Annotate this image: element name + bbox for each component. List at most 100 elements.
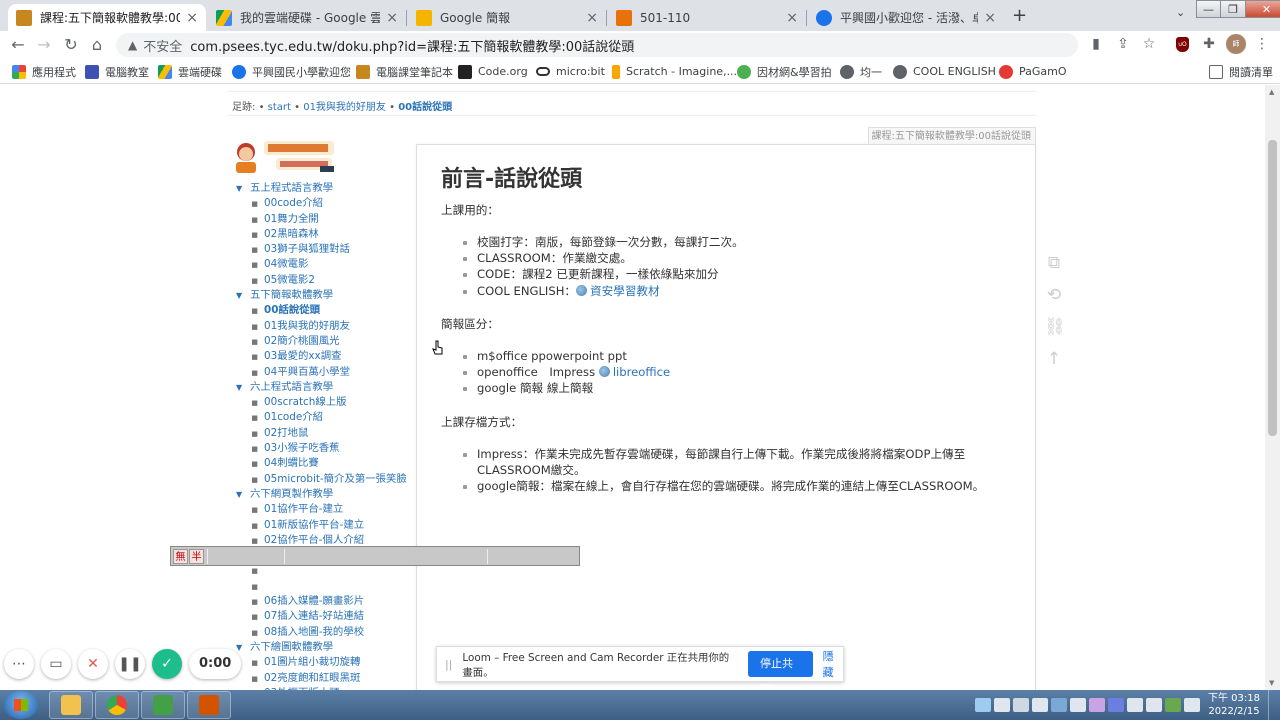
tray-app-icon[interactable]: [1051, 698, 1067, 712]
sidebar-page-link[interactable]: 04平興百萬小學堂: [264, 366, 350, 378]
taskbar-calc[interactable]: [141, 691, 185, 719]
breadcrumb-start[interactable]: start: [268, 102, 291, 113]
bookmark-notebook[interactable]: 電腦課堂筆記本: [356, 63, 453, 80]
tab-close-icon[interactable]: ×: [586, 10, 598, 26]
tray-app-icon[interactable]: [994, 698, 1010, 712]
ime-width-button[interactable]: 半: [189, 549, 204, 564]
sidebar-page-link[interactable]: 00scratch線上版: [264, 396, 347, 408]
tray-app-icon[interactable]: [1184, 698, 1200, 712]
back-to-top-icon[interactable]: ↑: [1044, 349, 1064, 381]
share-icon[interactable]: ⇪: [1113, 36, 1133, 52]
bookmark-microbit[interactable]: micro:bit: [536, 63, 605, 80]
microphone-icon[interactable]: [1032, 698, 1048, 712]
finish-recording-icon[interactable]: ✓: [152, 649, 182, 679]
back-arrow-icon[interactable]: ←: [8, 35, 28, 54]
stop-sharing-button[interactable]: 停止共用: [747, 651, 813, 696]
sidebar-page-link[interactable]: 02亮度飽和紅眼黑斑: [264, 672, 360, 684]
sidebar-page-link[interactable]: 07插入連結-好站連結: [264, 610, 364, 622]
sidebar-page-link[interactable]: 02協作平台-個人介紹: [264, 534, 364, 546]
tab-google-drive[interactable]: 我的雲端硬碟 - Google 雲端硬碟 ×: [208, 4, 406, 31]
tab-search-chevron-icon[interactable]: ⌄: [1176, 6, 1185, 19]
sidebar-page-link[interactable]: 01圖片組小裁切旋轉: [264, 656, 360, 668]
old-revisions-icon[interactable]: ⟲: [1044, 285, 1064, 317]
edit-source-icon[interactable]: ⧉: [1044, 253, 1064, 285]
sidebar-page-link[interactable]: 06插入媒體-願畫影片: [264, 595, 364, 607]
tray-app-icon[interactable]: [1165, 698, 1181, 712]
sidebar-namespace-link[interactable]: 六下繪圖軟體教學: [250, 641, 333, 653]
sidebar-page-link[interactable]: 03最愛的xx調查: [264, 350, 341, 362]
taskbar-chrome[interactable]: [95, 691, 139, 719]
system-clock[interactable]: 下午 03:18 2022/2/15: [1204, 692, 1264, 718]
home-icon[interactable]: ⌂: [87, 35, 107, 54]
bookmark-school[interactable]: 平興國民小學歡迎您: [232, 63, 351, 80]
tab-google-slides[interactable]: Google 簡報 ×: [408, 4, 606, 31]
sidebar-page-link[interactable]: 05microbit-簡介及第一張笑臉: [264, 473, 407, 485]
bookmark-adaptive-learning[interactable]: 因材網&學習拍: [737, 63, 832, 80]
ime-mode-button[interactable]: 無: [173, 549, 188, 564]
sidebar-page-link[interactable]: 08插入地圖-我的學校: [264, 626, 364, 638]
expand-triangle-icon[interactable]: ▼: [236, 381, 250, 395]
bookmark-junyi[interactable]: 均一: [840, 63, 882, 80]
scroll-down-arrow-icon[interactable]: ▼: [1269, 679, 1274, 687]
tab-close-icon[interactable]: ×: [186, 10, 198, 26]
sidebar-page-link[interactable]: 00code介紹: [264, 197, 323, 209]
breadcrumb-current[interactable]: 00話說從頭: [398, 102, 452, 113]
scrollbar-thumb[interactable]: [1268, 140, 1277, 436]
tab-course-page[interactable]: 課程:五下簡報軟體教學:00話說從頭 ×: [8, 4, 206, 31]
page-scrollbar[interactable]: ▲ ▼: [1265, 85, 1280, 690]
reading-list-button[interactable]: 閱讀清單: [1209, 63, 1273, 80]
tab-501-110[interactable]: 501-110 ×: [608, 4, 806, 31]
bookmark-computer-class[interactable]: 電腦教室: [85, 63, 149, 80]
sidebar-page-link[interactable]: 01新版協作平台-建立: [264, 519, 364, 531]
sidebar-page-link[interactable]: 01協作平台-建立: [264, 503, 343, 515]
scroll-up-arrow-icon[interactable]: ▲: [1269, 88, 1274, 96]
tray-app-icon[interactable]: [1108, 698, 1124, 712]
taskbar-impress[interactable]: [187, 691, 231, 719]
sidebar-page-link[interactable]: 02黑暗森林: [264, 228, 319, 240]
show-desktop-button[interactable]: [1268, 690, 1280, 720]
expand-triangle-icon[interactable]: ▼: [236, 289, 250, 303]
pause-icon[interactable]: ❚❚: [115, 649, 145, 679]
close-window-button[interactable]: ✕: [1246, 0, 1280, 18]
ime-toolbar[interactable]: 無 半: [170, 546, 580, 566]
backlinks-icon[interactable]: ⛓: [1044, 317, 1066, 349]
warning-triangle-icon[interactable]: ▲: [128, 38, 137, 52]
ublock-origin-icon[interactable]: uO: [1176, 37, 1189, 52]
bookmark-cool-english[interactable]: COOL ENGLISH: [893, 63, 996, 80]
bookmark-pagamo[interactable]: PaGamO: [999, 63, 1067, 80]
network-icon[interactable]: [1127, 698, 1143, 712]
tray-app-icon[interactable]: [975, 698, 991, 712]
breadcrumb-item[interactable]: 01我與我的好朋友: [303, 102, 386, 113]
minimize-button[interactable]: —: [1196, 0, 1221, 18]
sidebar-page-link[interactable]: 01我與我的好朋友: [264, 320, 350, 332]
forward-arrow-icon[interactable]: →: [34, 35, 54, 54]
sidebar-namespace-link[interactable]: 五下簡報軟體教學: [250, 289, 333, 301]
volume-icon[interactable]: [1070, 698, 1086, 712]
url-text[interactable]: com.psees.tyc.edu.tw/doku.php?id=課程:五下簡報…: [190, 36, 634, 55]
sidebar-page-link[interactable]: 03小猴子吃香蕉: [264, 442, 340, 454]
bookmark-star-icon[interactable]: ☆: [1139, 36, 1159, 52]
sidebar-page-link[interactable]: 01code介紹: [264, 411, 323, 423]
tab-close-icon[interactable]: ×: [984, 10, 996, 26]
sidebar-page-link[interactable]: 05微電影2: [264, 274, 315, 286]
flag-icon[interactable]: [1146, 698, 1162, 712]
sidebar-page-link[interactable]: 01舞力全開: [264, 213, 319, 225]
cast-icon[interactable]: ▮: [1086, 36, 1106, 52]
sidebar-page-link[interactable]: 02簡介桃園風光: [264, 335, 340, 347]
tab-close-icon[interactable]: ×: [386, 10, 398, 26]
extensions-puzzle-icon[interactable]: ✚: [1199, 36, 1219, 52]
tab-close-icon[interactable]: ×: [786, 10, 798, 26]
tray-app-icon[interactable]: [1013, 698, 1029, 712]
sidebar-namespace-link[interactable]: 六上程式語言教學: [250, 381, 333, 393]
new-tab-plus-icon[interactable]: +: [1012, 5, 1027, 26]
tab-school-site[interactable]: 平興國小歡迎您 - 活潑、卓越、 ×: [808, 4, 1004, 31]
sidebar-namespace-link[interactable]: 五上程式語言教學: [250, 182, 333, 194]
expand-triangle-icon[interactable]: ▼: [236, 488, 250, 502]
hide-banner-button[interactable]: 隱藏: [823, 648, 843, 680]
sidebar-namespace-link[interactable]: 六下網頁製作教學: [250, 488, 333, 500]
site-logo[interactable]: [228, 138, 338, 174]
restore-button[interactable]: ❐: [1221, 0, 1246, 18]
start-button[interactable]: [4, 691, 38, 719]
bookmark-code-org[interactable]: Code.org: [458, 63, 528, 80]
bookmark-scratch[interactable]: Scratch - Imagine,...: [612, 63, 737, 80]
